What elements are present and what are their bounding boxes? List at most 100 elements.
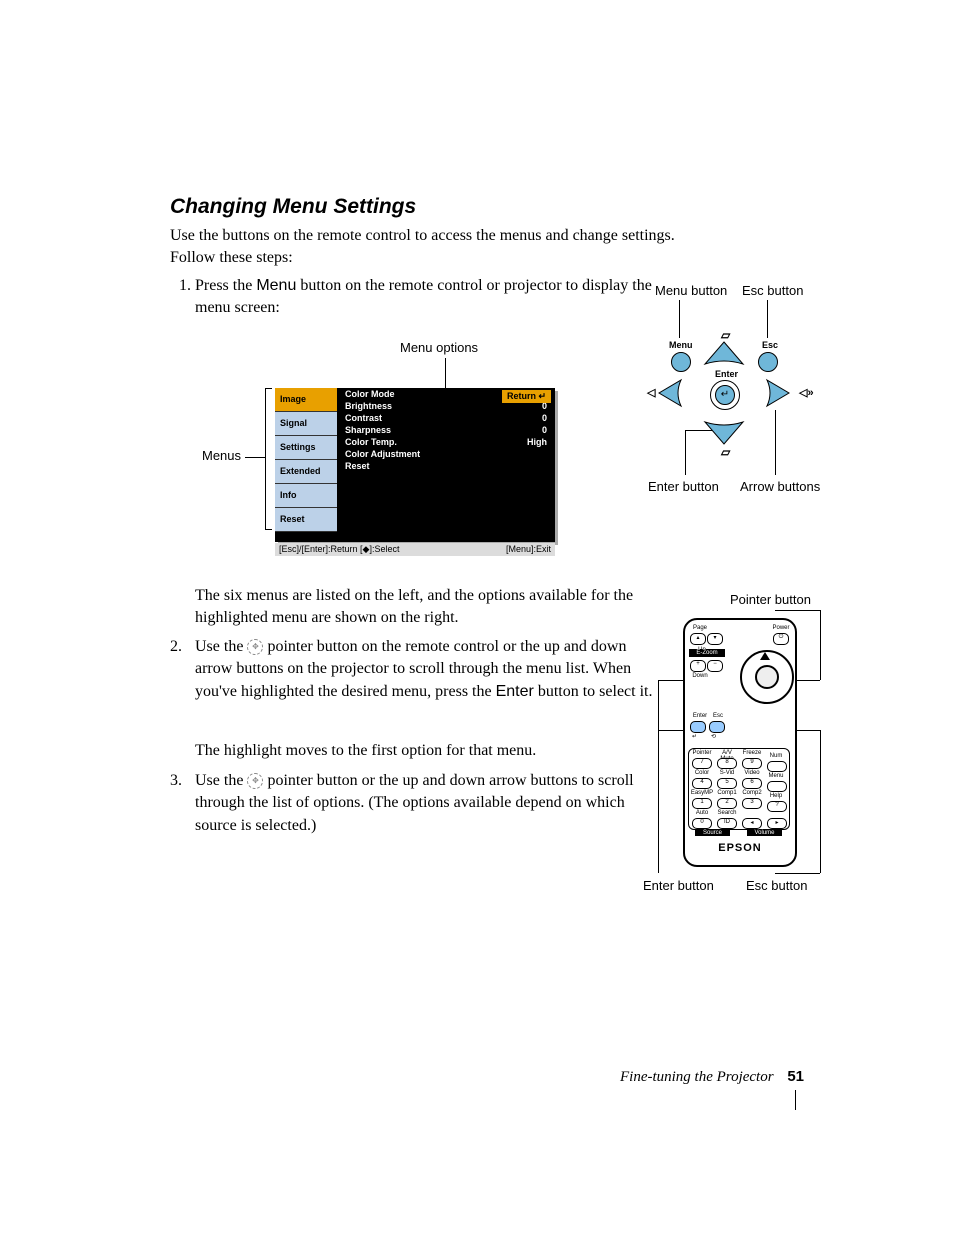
control-panel-diagram: Menu Esc Enter ▱ ▱ ◁ ◁» ↵ <box>655 310 810 470</box>
enter-button-shape: ↵ <box>710 380 740 410</box>
option-name: Sharpness <box>345 424 391 436</box>
menu-footer-bar: [Esc]/[Enter]:Return [◆]:Select [Menu]:E… <box>275 543 555 556</box>
enter-button <box>690 721 706 733</box>
option-row: Reset <box>337 460 555 472</box>
menu-tab-image: Image <box>275 388 337 412</box>
num-button: 3 <box>742 798 762 809</box>
menu-button-shape <box>671 352 691 372</box>
zoom-plus-button: + <box>690 660 706 672</box>
rlbl: Comp1 <box>715 790 739 796</box>
menu-word: Menu <box>256 277 296 294</box>
option-name: Color Temp. <box>345 436 397 448</box>
option-row: Color Temp. High <box>337 436 555 448</box>
step-3: 3. Use the ✥ pointer button or the up an… <box>170 770 655 837</box>
num-button: 9 <box>742 758 762 769</box>
step1-pre: Press the <box>195 277 256 294</box>
rlbl: Num <box>767 753 785 759</box>
step2-paragraph2: The highlight moves to the first option … <box>195 740 655 762</box>
menu-tab-info: Info <box>275 484 337 508</box>
page-dn-button: ▾ <box>707 633 723 645</box>
menu-footer-left: [Esc]/[Enter]:Return [◆]:Select <box>279 544 399 555</box>
menu-tab-extended: Extended <box>275 460 337 484</box>
step-1: Press the Menu button on the remote cont… <box>195 275 675 320</box>
option-name: Contrast <box>345 412 382 424</box>
enter-arrow-icon: ↵ <box>715 385 735 405</box>
num-button: 2 <box>717 798 737 809</box>
enter-label: Enter <box>691 713 709 719</box>
num-button: 0 <box>692 818 712 829</box>
callout-line <box>245 457 265 458</box>
option-name: Color Adjustment <box>345 448 420 460</box>
pointer-icon: ✥ <box>247 773 263 789</box>
callout-line <box>445 358 446 388</box>
num-button: 6 <box>742 778 762 789</box>
side-button <box>767 781 787 792</box>
section-heading: Changing Menu Settings <box>170 195 416 219</box>
rlbl: EasyMP <box>690 790 714 796</box>
step3-pre: Use the <box>195 772 247 789</box>
rlbl: Auto <box>692 810 712 816</box>
ezoom-label: E-Zoom <box>689 649 725 657</box>
callout-line <box>685 430 686 475</box>
pointer-up-icon <box>760 652 770 660</box>
arrow-left-button <box>657 378 683 408</box>
menu-text: Menu <box>669 340 693 350</box>
footer-rule <box>795 1090 796 1110</box>
pointer-button-caption: Pointer button <box>730 592 811 607</box>
page-number: 51 <box>787 1068 804 1085</box>
num-button: ID <box>717 818 737 829</box>
brand-label: EPSON <box>685 842 795 854</box>
num-button: 5 <box>717 778 737 789</box>
page-footer: Fine-tuning the Projector 51 <box>620 1068 804 1086</box>
callout-line <box>767 300 768 338</box>
intro-paragraph: Use the buttons on the remote control to… <box>170 225 680 270</box>
arrow-up-button <box>703 340 745 366</box>
projector-menu-figure: Image Signal Settings Extended Info Rese… <box>275 388 555 542</box>
footer-section-title: Fine-tuning the Projector <box>620 1069 774 1085</box>
rlbl: Comp2 <box>740 790 764 796</box>
option-row: Color Adjustment <box>337 448 555 460</box>
callout-line <box>820 730 821 873</box>
menu-footer-right: [Menu]:Exit <box>506 544 551 555</box>
arrow-right-button <box>765 378 791 408</box>
power-button: ⏻ <box>773 633 789 645</box>
option-value: High <box>527 436 547 448</box>
volume-label: Volume <box>747 830 782 836</box>
esc-button-caption-remote: Esc button <box>746 878 807 893</box>
pointer-icon: ✥ <box>247 639 263 655</box>
callout-bracket <box>265 388 272 530</box>
source-label: Source <box>695 830 730 836</box>
esc-text: Esc <box>762 340 778 350</box>
power-label: Power <box>771 625 791 631</box>
step2-post: button to select it. <box>534 683 653 700</box>
zoom-minus-button: − <box>707 660 723 672</box>
enter-button-caption-remote: Enter button <box>643 878 714 893</box>
menus-caption: Menus <box>202 448 241 463</box>
esc-button-shape <box>758 352 778 372</box>
callout-line <box>820 610 821 680</box>
arrow-down-button <box>703 420 745 446</box>
num-button: 4 <box>692 778 712 789</box>
enter-text: Enter <box>715 369 738 379</box>
arrow-buttons-caption: Arrow buttons <box>740 479 820 494</box>
esc-label: Esc <box>711 713 725 719</box>
vol-button: ▸ <box>767 818 787 829</box>
option-name: Reset <box>345 460 370 472</box>
option-value: 0 <box>542 412 547 424</box>
volume-down-icon: ◁ <box>647 386 655 399</box>
page-up-button: ▴ <box>690 633 706 645</box>
option-row: Contrast 0 <box>337 412 555 424</box>
esc-arrow-icon: ⟲ <box>711 733 716 740</box>
paragraph-after-figure: The six menus are listed on the left, an… <box>195 585 655 630</box>
num-button: 8 <box>717 758 737 769</box>
enter-arrow-icon: ↵ <box>692 733 697 740</box>
callout-line <box>775 410 776 475</box>
esc-button <box>709 721 725 733</box>
pointer-center <box>755 665 779 689</box>
rlbl: Menu <box>767 773 785 779</box>
down-label: Down <box>691 673 709 679</box>
rlbl: Pointer <box>692 750 712 756</box>
option-row: Sharpness0 <box>337 424 555 436</box>
callout-line <box>658 705 659 873</box>
vol-button: ◂ <box>742 818 762 829</box>
